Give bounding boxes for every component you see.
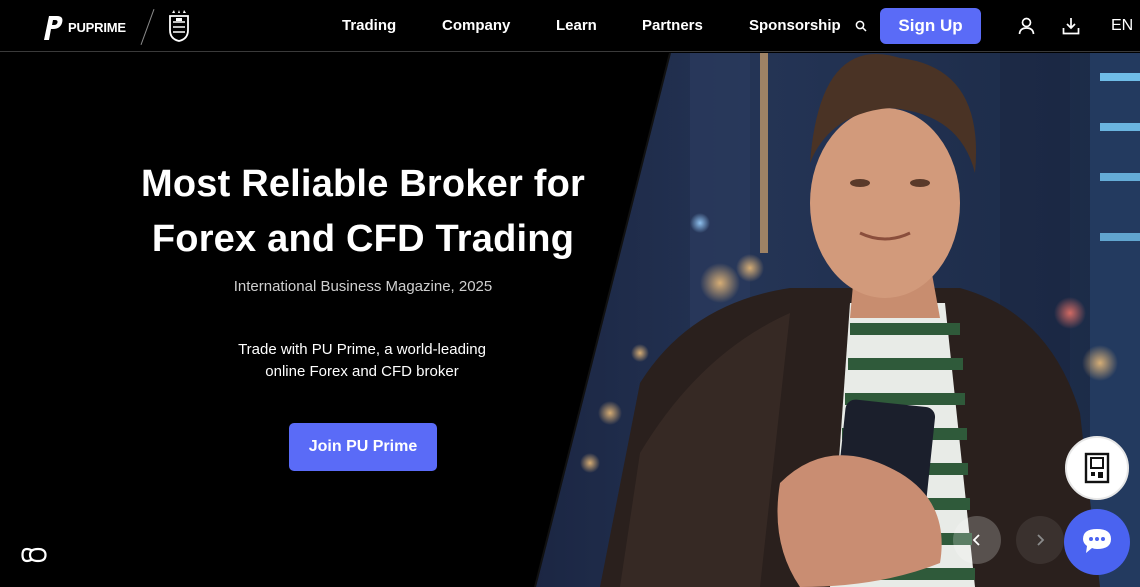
hero-title-line-2: Forex and CFD Trading (151, 218, 575, 260)
nav-item-company[interactable]: Company (442, 17, 510, 34)
search-icon[interactable] (855, 20, 867, 32)
hero-description-line-1: Trade with PU Prime, a world-leading (238, 341, 486, 358)
carousel-next-button[interactable] (1016, 516, 1064, 564)
hero-award-source: International Business Magazine, 2025 (233, 278, 493, 295)
hero-description: Trade with PU Prime, a world-leading onl… (212, 339, 512, 383)
puprime-logo[interactable]: PUPRIME (40, 14, 126, 40)
carousel-prev-button[interactable] (953, 516, 1001, 564)
top-navigation-bar: PUPRIME Trading Company Learn Partners S… (0, 0, 1140, 52)
live-chat-button[interactable] (1064, 509, 1130, 575)
hero-background-image (534, 53, 1140, 587)
chevron-right-icon (1037, 534, 1045, 546)
qr-code-button[interactable] (1065, 436, 1129, 500)
user-icon[interactable] (1018, 17, 1035, 35)
chevron-left-icon (972, 534, 980, 546)
chat-icon (1083, 529, 1111, 553)
brand-name: PUPRIME (68, 19, 126, 35)
nav-item-trading[interactable]: Trading (342, 17, 396, 34)
qr-code-icon (1084, 452, 1110, 484)
afa-crest-icon (169, 10, 189, 42)
sign-up-button[interactable]: Sign Up (880, 8, 981, 44)
nav-item-learn[interactable]: Learn (556, 17, 597, 34)
hero-title-line-1: Most Reliable Broker for (140, 163, 585, 205)
language-selector[interactable]: EN (1111, 17, 1133, 35)
download-icon[interactable] (1062, 17, 1080, 35)
nav-item-partners[interactable]: Partners (642, 17, 703, 34)
accessibility-icon[interactable] (21, 547, 47, 563)
nav-item-sponsorship[interactable]: Sponsorship (749, 17, 841, 34)
puprime-logo-mark-icon (44, 16, 63, 40)
hero-title: Most Reliable Broker for Forex and CFD T… (80, 157, 646, 267)
page: PUPRIME Trading Company Learn Partners S… (0, 0, 1140, 587)
hero-description-line-2: online Forex and CFD broker (265, 363, 459, 380)
join-pu-prime-button[interactable]: Join PU Prime (289, 423, 437, 471)
logo-divider (140, 8, 155, 46)
